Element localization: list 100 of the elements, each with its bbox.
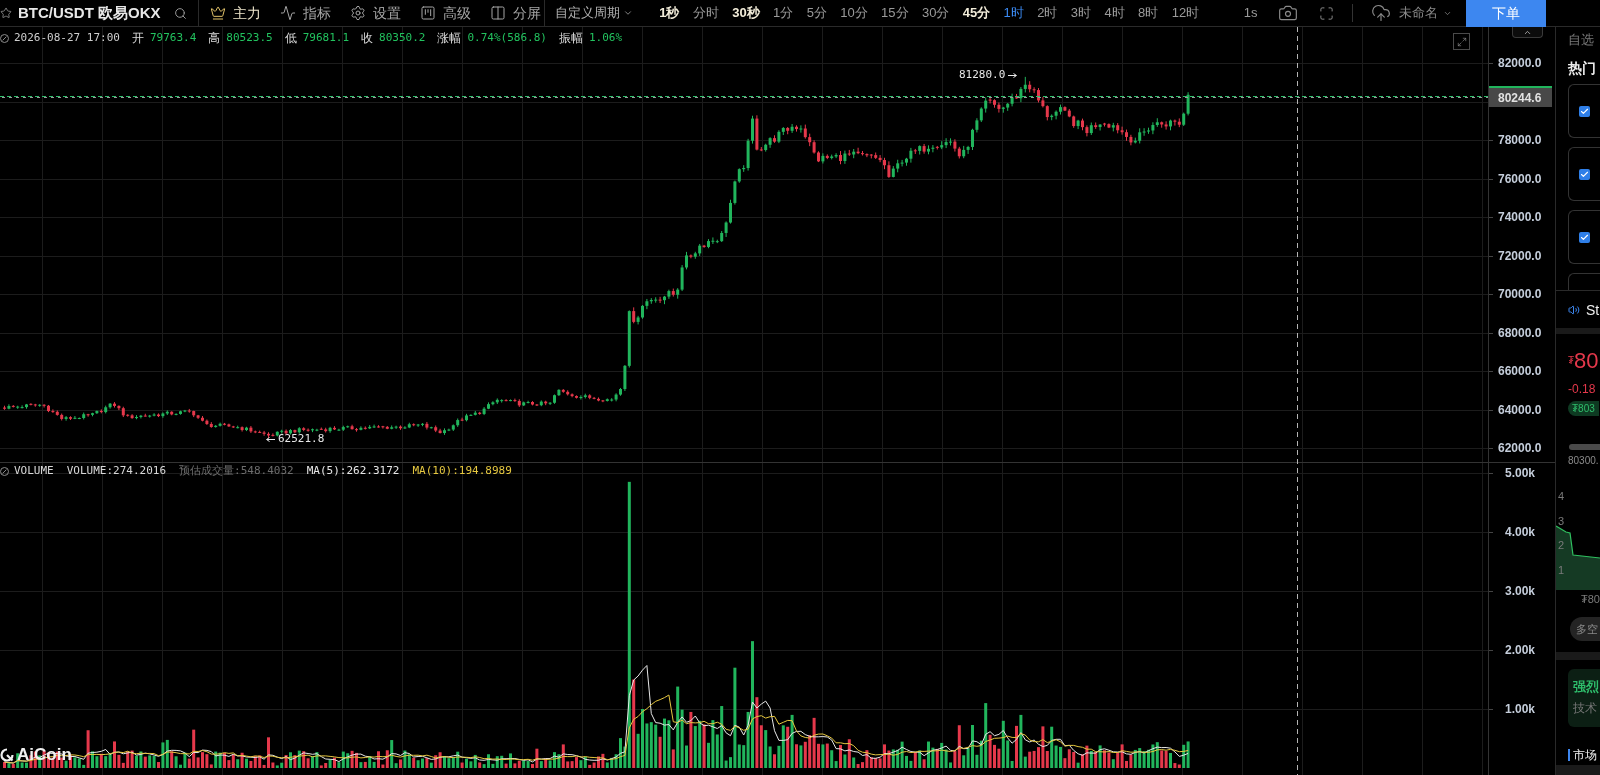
settings-icon — [349, 5, 366, 21]
checkbox[interactable] — [1579, 105, 1590, 117]
cloud-upload-icon[interactable] — [1370, 3, 1391, 23]
panel-tab[interactable]: 自选 — [1568, 32, 1594, 48]
volume-axis-label: 2.00k — [1505, 643, 1536, 657]
info-label: 收 — [361, 31, 374, 45]
signal-title: 强烈 — [1573, 679, 1599, 695]
range-bar — [1569, 444, 1600, 450]
checkbox[interactable] — [1579, 231, 1590, 243]
toolbar-button[interactable]: 主力 — [209, 4, 261, 22]
info-label: 涨幅 — [437, 31, 462, 45]
layout-name-dropdown[interactable]: 未命名 — [1398, 5, 1452, 21]
period-tab[interactable]: 1秒 — [652, 5, 687, 21]
market-tab[interactable]: 市场 — [1573, 748, 1597, 762]
check-icon — [1580, 106, 1589, 116]
toolbar-button[interactable]: 分屏 — [489, 4, 541, 22]
low-price-label: 62521.8 — [278, 432, 325, 446]
star-icon[interactable] — [0, 7, 12, 19]
area-axis-label: 3 — [1558, 514, 1565, 527]
arrow-right-icon — [1008, 72, 1018, 78]
toolbar-button[interactable]: 指标 — [279, 4, 331, 22]
range-label: 80300. — [1568, 455, 1599, 467]
period-tab[interactable]: 3时 — [1064, 5, 1098, 21]
info-value: 80523.5 — [226, 31, 273, 45]
signal-card[interactable]: 强烈 技术 — [1568, 669, 1600, 727]
section-divider-band — [1556, 328, 1600, 334]
indicator-reading: 预估成交量:548.4032 — [179, 464, 294, 478]
list-card[interactable] — [1568, 210, 1600, 264]
volume-axis-label: 3.00k — [1505, 584, 1536, 598]
area-axis-label: 2 — [1558, 539, 1565, 551]
price-axis-label: 68000.0 — [1498, 325, 1542, 340]
period-tab[interactable]: 8时 — [1131, 5, 1165, 21]
price-axis-label: 72000.0 — [1498, 248, 1542, 263]
info-value: 0.74%(586.8) — [467, 31, 547, 45]
area-axis-label: 1 — [1558, 563, 1565, 576]
info-value: 79763.4 — [149, 31, 197, 45]
columns-icon — [489, 5, 506, 21]
search-icon[interactable] — [173, 6, 187, 20]
bar-square-icon — [419, 5, 436, 21]
price-axis-label: 78000.0 — [1498, 133, 1542, 147]
period-tab[interactable]: 1时 — [996, 5, 1031, 21]
price-axis-label: 64000.0 — [1498, 402, 1542, 417]
price-change: -0.18 — [1568, 383, 1596, 396]
last-price: 80 — [1574, 348, 1599, 374]
area-footer-label: ₮80 — [1581, 593, 1600, 605]
ratio-button[interactable]: 多空 — [1570, 617, 1600, 641]
price-axis-label: 66000.0 — [1498, 364, 1542, 378]
toolbar-button[interactable]: 高级 — [419, 4, 471, 22]
fullscreen-icon[interactable] — [1318, 5, 1334, 21]
indicator-reading: MA(10):194.8989 — [412, 464, 512, 478]
symbol-title: BTC/USDT 欧易OKX — [18, 4, 161, 22]
chevron-down-icon — [622, 8, 633, 18]
list-card[interactable] — [1568, 147, 1600, 201]
period-tab[interactable]: 1分 — [766, 5, 800, 21]
period-tab[interactable]: 30秒 — [725, 5, 767, 21]
area-sparkline — [1556, 524, 1600, 590]
circle-slash-icon[interactable] — [0, 466, 9, 476]
check-icon — [1580, 232, 1589, 242]
info-value: 1.06% — [588, 31, 622, 45]
info-value: 79681.1 — [302, 31, 350, 45]
info-time: 2026-08-27 17:00 — [14, 31, 120, 45]
order-button[interactable]: 下单 — [1465, 0, 1546, 27]
info-value: 80350.2 — [379, 31, 426, 45]
period-tab[interactable]: 4时 — [1097, 5, 1132, 21]
indicator-name: VOLUME — [14, 464, 54, 478]
custom-period-dropdown[interactable]: 自定义周期 — [554, 5, 633, 21]
period-tab[interactable]: 5分 — [799, 5, 834, 21]
period-tab[interactable]: 15分 — [874, 5, 916, 21]
toolbar-button[interactable]: 设置 — [349, 4, 401, 22]
signal-subtitle: 技术 — [1573, 701, 1597, 715]
info-label: 振幅 — [558, 31, 583, 45]
high-price-label: 81280.0 — [959, 68, 1006, 82]
logo-icon — [0, 748, 14, 762]
price-axis-label: 70000.0 — [1498, 287, 1542, 301]
period-tab[interactable]: 2时 — [1030, 5, 1065, 21]
volume-axis-label: 5.00k — [1505, 466, 1536, 480]
speaker-icon — [1568, 303, 1580, 316]
arrow-left-icon — [266, 436, 275, 442]
period-tab[interactable]: 30分 — [915, 5, 957, 21]
circle-slash-icon[interactable] — [0, 33, 9, 43]
volume-axis-label: 1.00k — [1505, 702, 1536, 716]
info-label: 高 — [208, 31, 221, 45]
currency-sign: ₮ — [1568, 355, 1575, 366]
camera-icon[interactable] — [1277, 3, 1298, 23]
info-label: 低 — [284, 31, 297, 45]
interval-button[interactable]: 1s — [1243, 5, 1258, 21]
info-label: 开 — [131, 31, 144, 45]
indicator-reading: VOLUME:274.2016 — [66, 464, 167, 478]
volume-axis-label: 4.00k — [1505, 525, 1536, 539]
last-price-label: 80244.6 — [1489, 86, 1552, 107]
list-card[interactable] — [1568, 84, 1600, 138]
ticker-text: St — [1586, 301, 1600, 318]
price-axis-label: 82000.0 — [1498, 56, 1542, 70]
crown-icon — [209, 5, 226, 21]
indicator-reading: MA(5):262.3172 — [306, 464, 400, 478]
checkbox[interactable] — [1579, 168, 1590, 180]
period-tab[interactable]: 12时 — [1164, 5, 1206, 21]
period-tab[interactable]: 45分 — [956, 5, 997, 21]
period-tab[interactable]: 分时 — [686, 5, 726, 21]
period-tab[interactable]: 10分 — [833, 5, 875, 21]
